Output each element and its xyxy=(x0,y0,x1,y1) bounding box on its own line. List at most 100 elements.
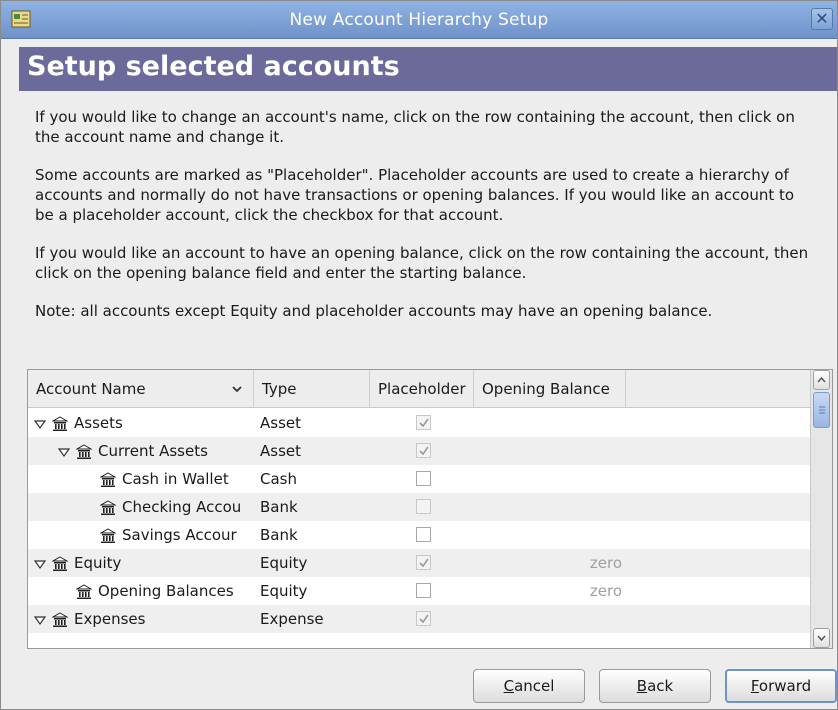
tree-row[interactable]: Opening Balances Equity zero xyxy=(28,577,810,605)
account-name-cell[interactable]: Current Assets xyxy=(28,437,252,465)
tree-rows: Assets Asset Current Assets Asset Cash in Wa… xyxy=(28,409,810,633)
account-type: Asset xyxy=(260,414,302,432)
account-name-cell[interactable]: Assets xyxy=(28,409,252,437)
bank-icon xyxy=(52,611,68,627)
back-label: ack xyxy=(647,677,674,695)
window-title: New Account Hierarchy Setup xyxy=(289,10,549,30)
scroll-up-button[interactable] xyxy=(813,370,830,390)
bank-icon xyxy=(52,555,68,571)
account-name: Checking Accou xyxy=(122,498,242,516)
opening-balance-value[interactable] xyxy=(474,465,622,493)
opening-balance-value[interactable] xyxy=(474,409,622,437)
placeholder-checkbox[interactable] xyxy=(416,415,431,430)
scroll-thumb[interactable] xyxy=(813,392,830,428)
bank-icon xyxy=(52,415,68,431)
tree-row[interactable]: Equity Equity zero xyxy=(28,549,810,577)
instruction-opening-balance: If you would like an account to have an … xyxy=(35,244,809,282)
tree-row[interactable]: Expenses Expense xyxy=(28,605,810,633)
opening-balance-value[interactable]: zero xyxy=(474,577,622,605)
account-name-cell[interactable]: Expenses xyxy=(28,605,252,633)
placeholder-cell[interactable] xyxy=(416,471,432,487)
column-header-placeholder[interactable]: Placeholder xyxy=(370,370,474,408)
placeholder-checkbox[interactable] xyxy=(416,471,431,486)
column-header-type[interactable]: Type xyxy=(254,370,370,408)
account-name: Savings Accour xyxy=(122,526,237,544)
bank-icon xyxy=(76,583,92,599)
grip-icon xyxy=(819,406,825,414)
page-header: Setup selected accounts xyxy=(19,47,837,91)
account-name: Current Assets xyxy=(98,442,208,460)
account-name: Assets xyxy=(74,414,123,432)
placeholder-checkbox[interactable] xyxy=(416,443,431,458)
back-mnemonic: B xyxy=(636,677,648,695)
bank-icon xyxy=(100,527,116,543)
expander-triangle-icon[interactable] xyxy=(34,614,46,626)
checkmark-icon xyxy=(419,446,429,456)
chevron-down-icon xyxy=(232,386,242,393)
account-type: Equity xyxy=(260,554,308,572)
account-type: Asset xyxy=(260,442,302,460)
placeholder-cell[interactable] xyxy=(416,499,432,515)
account-name-cell[interactable]: Equity xyxy=(28,549,252,577)
account-name: Cash in Wallet xyxy=(122,470,229,488)
placeholder-checkbox[interactable] xyxy=(416,611,431,626)
placeholder-checkbox[interactable] xyxy=(416,499,431,514)
placeholder-cell[interactable] xyxy=(416,611,432,627)
vertical-scrollbar[interactable] xyxy=(810,370,832,648)
chevron-up-icon xyxy=(817,376,826,383)
expander-triangle-icon[interactable] xyxy=(58,446,70,458)
chevron-down-icon xyxy=(817,635,826,642)
checkmark-icon xyxy=(419,418,429,428)
opening-balance-value[interactable] xyxy=(474,605,622,633)
placeholder-cell[interactable] xyxy=(416,415,432,431)
opening-balance-value[interactable] xyxy=(474,521,622,549)
placeholder-cell[interactable] xyxy=(416,527,432,543)
placeholder-checkbox[interactable] xyxy=(416,555,431,570)
account-type: Expense xyxy=(260,610,324,628)
account-tree[interactable]: Account Name Type Placeholder Opening Ba… xyxy=(27,369,833,649)
tree-row[interactable]: Cash in Wallet Cash xyxy=(28,465,810,493)
bank-icon xyxy=(100,471,116,487)
account-name-cell[interactable]: Cash in Wallet xyxy=(28,465,252,493)
bank-icon xyxy=(100,499,116,515)
instruction-rename: If you would like to change an account's… xyxy=(35,108,795,146)
cancel-label: ancel xyxy=(514,677,555,695)
forward-mnemonic: F xyxy=(750,677,759,695)
placeholder-cell[interactable] xyxy=(416,443,432,459)
instruction-note: Note: all accounts except Equity and pla… xyxy=(35,302,713,320)
instruction-placeholder: Some accounts are marked as "Placeholder… xyxy=(35,166,795,224)
column-header-opening-balance[interactable]: Opening Balance xyxy=(474,370,626,408)
tree-row[interactable]: Current Assets Asset xyxy=(28,437,810,465)
account-type: Equity xyxy=(260,582,308,600)
close-icon[interactable]: ✕ xyxy=(811,8,833,30)
account-name: Expenses xyxy=(74,610,146,628)
placeholder-cell[interactable] xyxy=(416,583,432,599)
checkmark-icon xyxy=(419,614,429,624)
checkmark-icon xyxy=(419,558,429,568)
expander-triangle-icon[interactable] xyxy=(34,558,46,570)
tree-row[interactable]: Checking Accou Bank xyxy=(28,493,810,521)
column-header-account-name[interactable]: Account Name xyxy=(28,370,254,408)
account-name-cell[interactable]: Opening Balances xyxy=(28,577,252,605)
bank-icon xyxy=(76,443,92,459)
opening-balance-value[interactable]: zero xyxy=(474,549,622,577)
forward-button[interactable]: Forward xyxy=(725,669,837,703)
placeholder-checkbox[interactable] xyxy=(416,583,431,598)
expander-triangle-icon[interactable] xyxy=(34,418,46,430)
placeholder-cell[interactable] xyxy=(416,555,432,571)
placeholder-checkbox[interactable] xyxy=(416,527,431,542)
tree-row[interactable]: Savings Accour Bank xyxy=(28,521,810,549)
opening-balance-value[interactable] xyxy=(474,437,622,465)
title-bar[interactable]: New Account Hierarchy Setup ✕ xyxy=(1,1,837,39)
account-name-cell[interactable]: Savings Accour xyxy=(28,521,252,549)
column-label-account-name: Account Name xyxy=(36,380,146,398)
account-name-cell[interactable]: Checking Accou xyxy=(28,493,252,521)
account-type: Cash xyxy=(260,470,297,488)
opening-balance-value[interactable] xyxy=(474,493,622,521)
account-type: Bank xyxy=(260,498,298,516)
scroll-down-button[interactable] xyxy=(813,628,830,648)
tree-row[interactable]: Assets Asset xyxy=(28,409,810,437)
back-button[interactable]: Back xyxy=(599,669,711,703)
dialog-window: New Account Hierarchy Setup ✕ Setup sele… xyxy=(0,0,838,710)
cancel-button[interactable]: Cancel xyxy=(473,669,585,703)
